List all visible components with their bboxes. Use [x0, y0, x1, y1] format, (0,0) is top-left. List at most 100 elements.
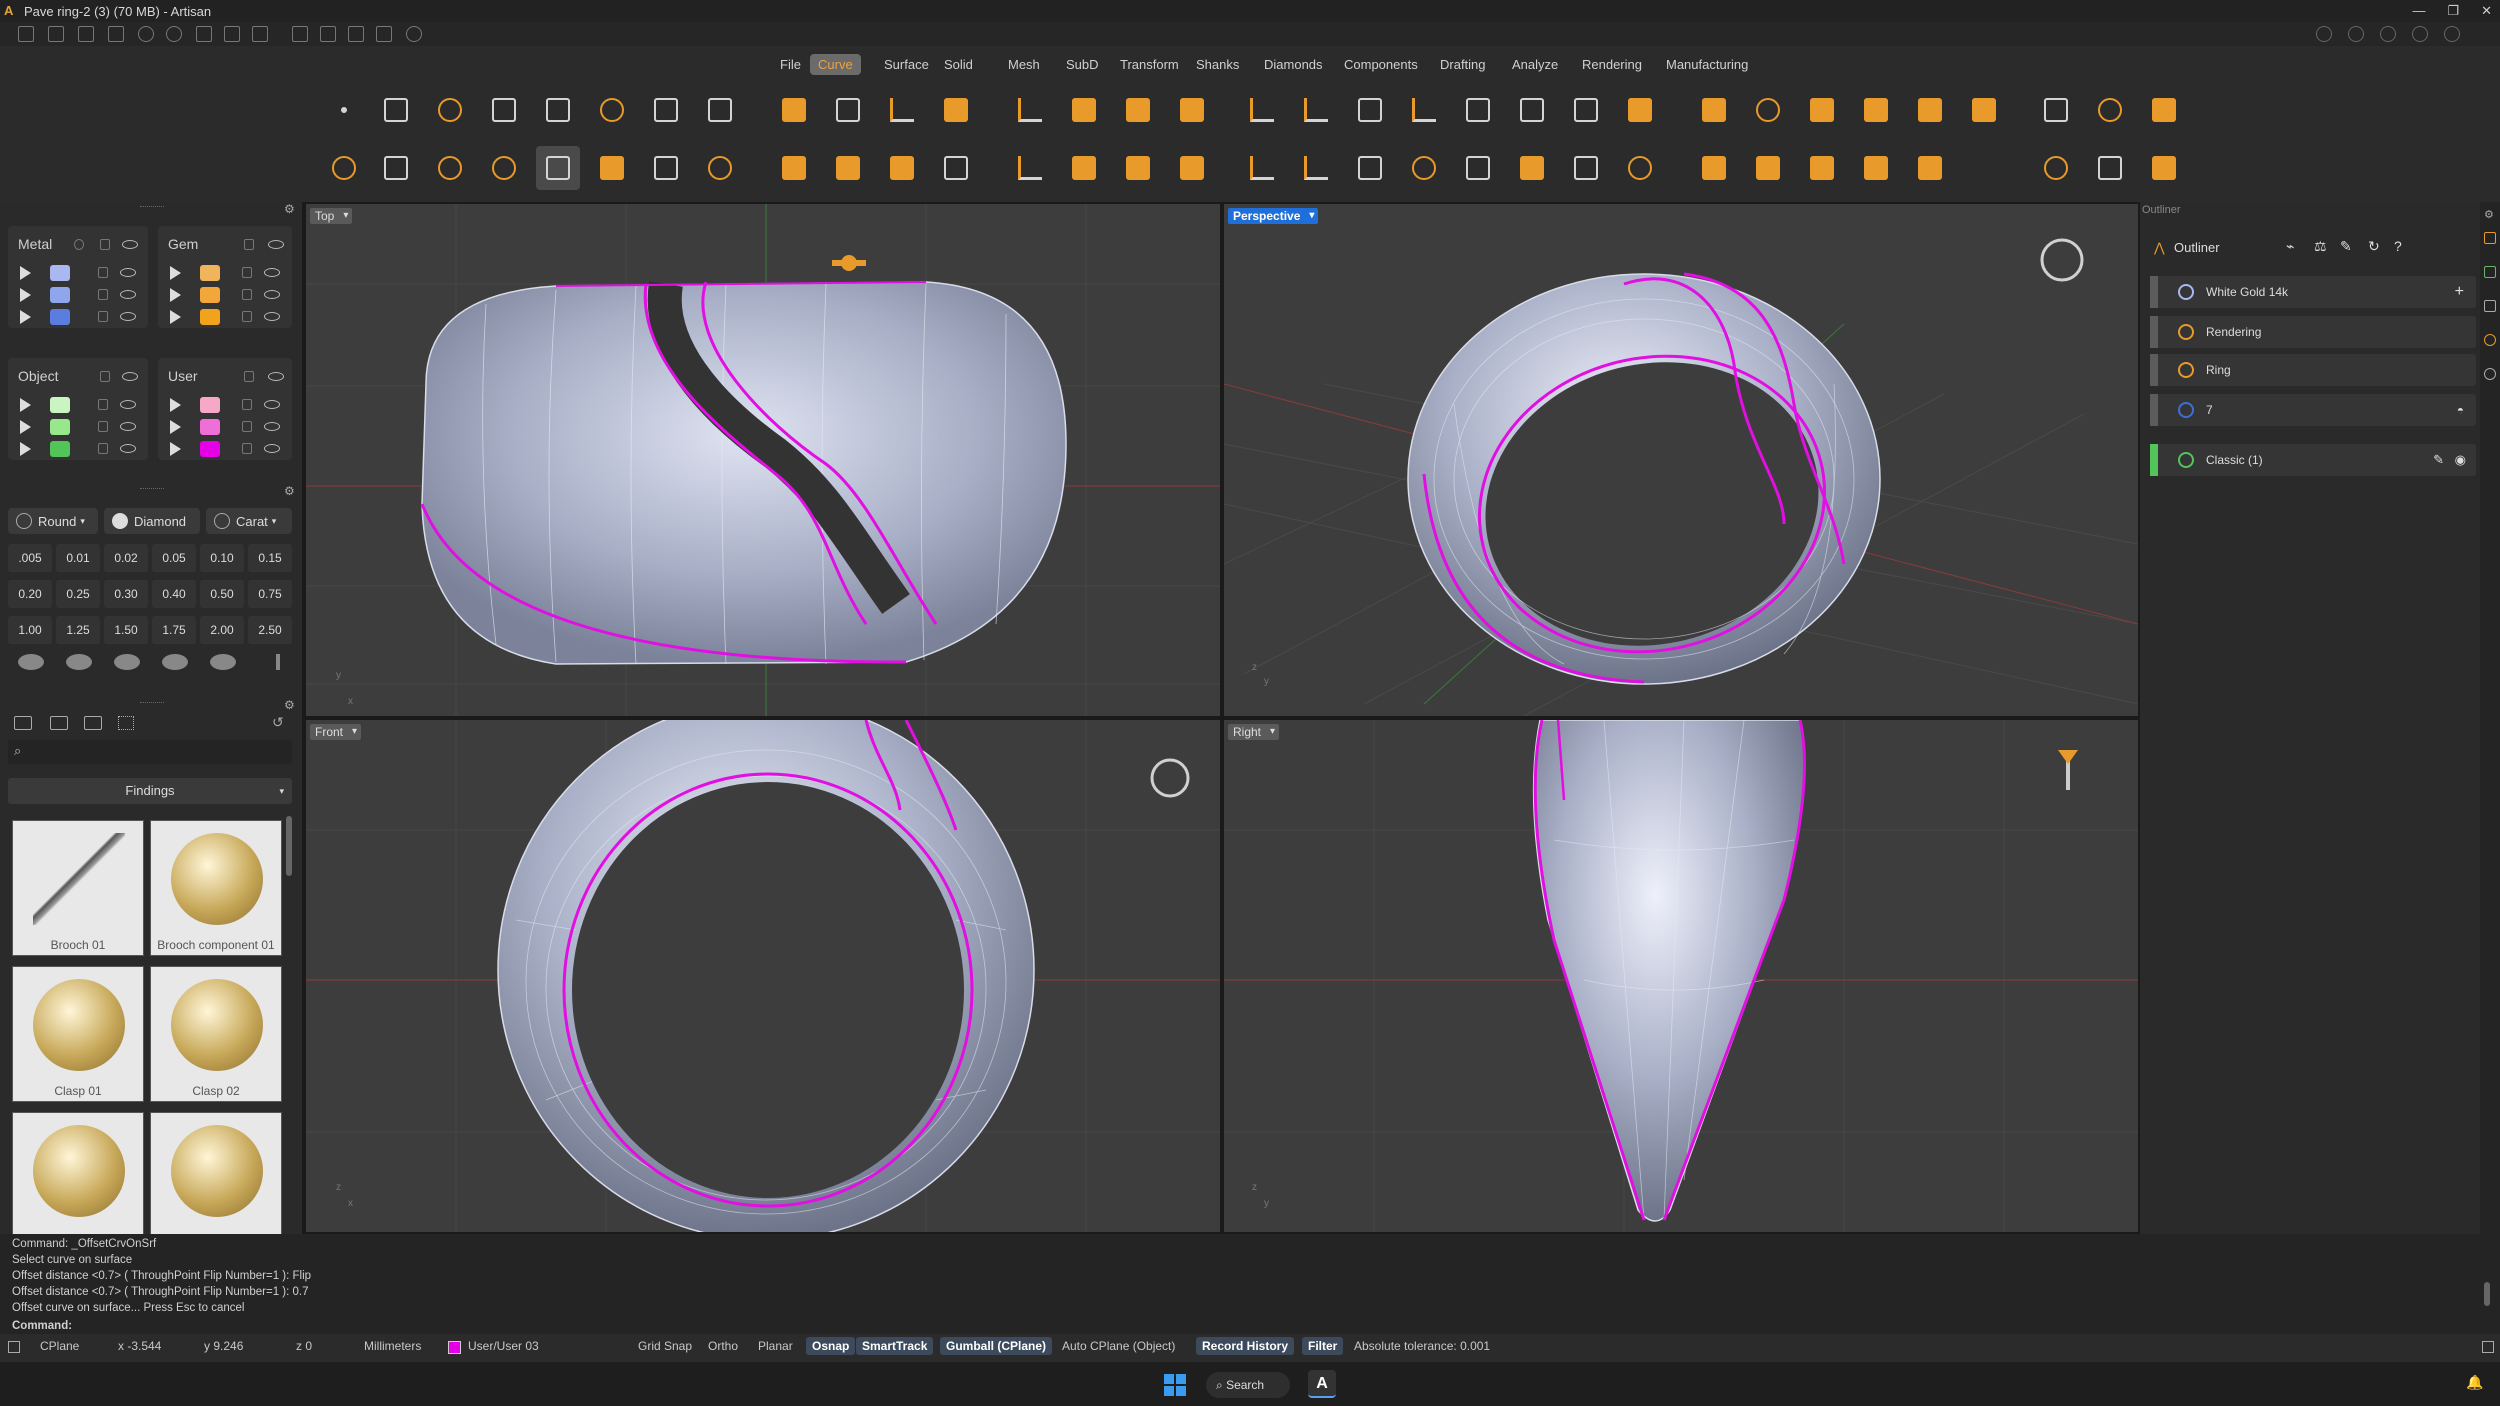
- status-toggle[interactable]: Planar: [752, 1337, 799, 1355]
- refresh-icon[interactable]: ↺: [272, 714, 284, 731]
- save-as-icon[interactable]: [224, 26, 240, 42]
- outliner-row[interactable]: Classic (1) ✎ ◉: [2150, 444, 2476, 476]
- dotted-line-tool-button[interactable]: [1348, 146, 1392, 190]
- corner-tool-button[interactable]: [1240, 146, 1284, 190]
- edit-icon[interactable]: ✎: [2433, 444, 2444, 476]
- status-toggle[interactable]: Osnap: [806, 1337, 856, 1355]
- eye-icon[interactable]: [264, 400, 280, 409]
- cylinder-tool-button[interactable]: [1692, 88, 1736, 132]
- engrave-tool-button[interactable]: [934, 88, 978, 132]
- menu-components[interactable]: Components: [1336, 54, 1426, 75]
- status-toggle[interactable]: Record History: [1196, 1337, 1295, 1355]
- layer-color-swatch[interactable]: [50, 309, 70, 325]
- current-layer-swatch[interactable]: [448, 1341, 461, 1354]
- gem-plate-2-tool-button[interactable]: [2142, 146, 2186, 190]
- carat-button[interactable]: 0.50: [200, 580, 244, 608]
- user-layer-row[interactable]: [158, 438, 292, 464]
- project-tool-button[interactable]: [590, 146, 634, 190]
- bangle-tool-button[interactable]: [1746, 88, 1790, 132]
- wave-2-tool-button[interactable]: [1564, 146, 1608, 190]
- export-icon[interactable]: [252, 26, 268, 42]
- lock-icon[interactable]: [100, 371, 110, 382]
- pattern-tool-button[interactable]: [1618, 88, 1662, 132]
- folder-icon[interactable]: [14, 716, 32, 730]
- gem-shape-selector[interactable]: Round ▾: [8, 508, 98, 534]
- play-icon[interactable]: [170, 310, 181, 324]
- help-tab-icon[interactable]: [2484, 368, 2496, 380]
- info-icon[interactable]: [2348, 26, 2364, 42]
- slab-2-tool-button[interactable]: [1854, 146, 1898, 190]
- help-icon[interactable]: [2444, 26, 2460, 42]
- carat-button[interactable]: 1.25: [56, 616, 100, 644]
- wave-tool-button[interactable]: [1510, 88, 1554, 132]
- gear-icon[interactable]: ⚙: [284, 698, 295, 712]
- cross-gem-icon[interactable]: [276, 654, 280, 670]
- lock-icon[interactable]: [100, 239, 110, 250]
- carat-button[interactable]: 1.50: [104, 616, 148, 644]
- slab-tool-button[interactable]: [1800, 146, 1844, 190]
- princess-gem-icon[interactable]: [210, 654, 236, 670]
- open-folder-icon[interactable]: [78, 26, 94, 42]
- chamfer-tool-button[interactable]: [1294, 88, 1338, 132]
- display-tab-icon[interactable]: [2484, 300, 2496, 312]
- play-icon[interactable]: [20, 398, 31, 412]
- sheet-tool-button[interactable]: [1962, 88, 2006, 132]
- lock-icon[interactable]: [244, 239, 254, 250]
- lock-icon[interactable]: [242, 311, 252, 322]
- notification-bell-icon[interactable]: 🔔: [2466, 1374, 2483, 1391]
- join-tool-button[interactable]: [1062, 146, 1106, 190]
- lock-icon[interactable]: [242, 289, 252, 300]
- play-icon[interactable]: [20, 442, 31, 456]
- twist-tool-button[interactable]: [1402, 146, 1446, 190]
- lock-icon[interactable]: [244, 371, 254, 382]
- cross-tool-button[interactable]: [772, 146, 816, 190]
- viewport-right[interactable]: z y Right: [1224, 720, 2138, 1232]
- gem-unit-selector[interactable]: Carat ▾: [206, 508, 292, 534]
- save-icon[interactable]: [196, 26, 212, 42]
- text-on-curve-tool-button[interactable]: [772, 88, 816, 132]
- gallery-icon[interactable]: [84, 716, 102, 730]
- cube-tool-button[interactable]: [1908, 146, 1952, 190]
- menu-surface[interactable]: Surface: [876, 54, 937, 75]
- gem-plate-tool-button[interactable]: [2142, 88, 2186, 132]
- eye-icon[interactable]: [268, 372, 284, 381]
- eye-icon[interactable]: [268, 240, 284, 249]
- restore-icon[interactable]: ❐: [2447, 0, 2459, 22]
- status-toggle[interactable]: Auto CPlane (Object): [1056, 1337, 1181, 1355]
- viewport-perspective[interactable]: z y Perspective: [1224, 204, 2138, 716]
- play-icon[interactable]: [170, 420, 181, 434]
- status-toggle[interactable]: SmartTrack: [856, 1337, 934, 1355]
- lock-icon[interactable]: [98, 289, 108, 300]
- add-icon[interactable]: +: [2455, 276, 2464, 308]
- account-icon[interactable]: [2316, 26, 2332, 42]
- polyline-tool-button[interactable]: [428, 88, 472, 132]
- carat-button[interactable]: 0.30: [104, 580, 148, 608]
- viewport-right-label[interactable]: Right: [1228, 724, 1280, 740]
- play-icon[interactable]: [20, 266, 31, 280]
- eye-icon[interactable]: ◉: [2455, 444, 2466, 476]
- carat-button[interactable]: .005: [8, 544, 52, 572]
- gumball-widget[interactable]: [832, 255, 866, 271]
- viewport-front[interactable]: z x Front: [306, 720, 1220, 1232]
- status-toggle[interactable]: Gumball (CPlane): [940, 1337, 1053, 1355]
- carat-button[interactable]: 0.25: [56, 580, 100, 608]
- carat-button[interactable]: 0.40: [152, 580, 196, 608]
- undo-history-tool-button[interactable]: [2088, 88, 2132, 132]
- play-icon[interactable]: [170, 398, 181, 412]
- lock-icon[interactable]: [242, 399, 252, 410]
- layer-color-swatch[interactable]: [50, 441, 70, 457]
- windows-start-icon[interactable]: [1164, 1374, 1186, 1396]
- ring-size-icon[interactable]: ◓: [2457, 394, 2464, 426]
- arch-tool-button[interactable]: [1348, 88, 1392, 132]
- command-scrollbar[interactable]: [2484, 1282, 2490, 1306]
- measure-icon[interactable]: [292, 26, 308, 42]
- artisan-taskbar-icon[interactable]: A: [1308, 1370, 1336, 1398]
- eye-icon[interactable]: [120, 400, 136, 409]
- curve-from-surface-tool-button[interactable]: [536, 146, 580, 190]
- ripple-tool-button[interactable]: [1564, 88, 1608, 132]
- carat-button[interactable]: 0.02: [104, 544, 148, 572]
- menu-drafting[interactable]: Drafting: [1432, 54, 1494, 75]
- status-toggle[interactable]: Grid Snap: [632, 1337, 698, 1355]
- eye-icon[interactable]: [120, 422, 136, 431]
- blend-tool-button[interactable]: [1456, 88, 1500, 132]
